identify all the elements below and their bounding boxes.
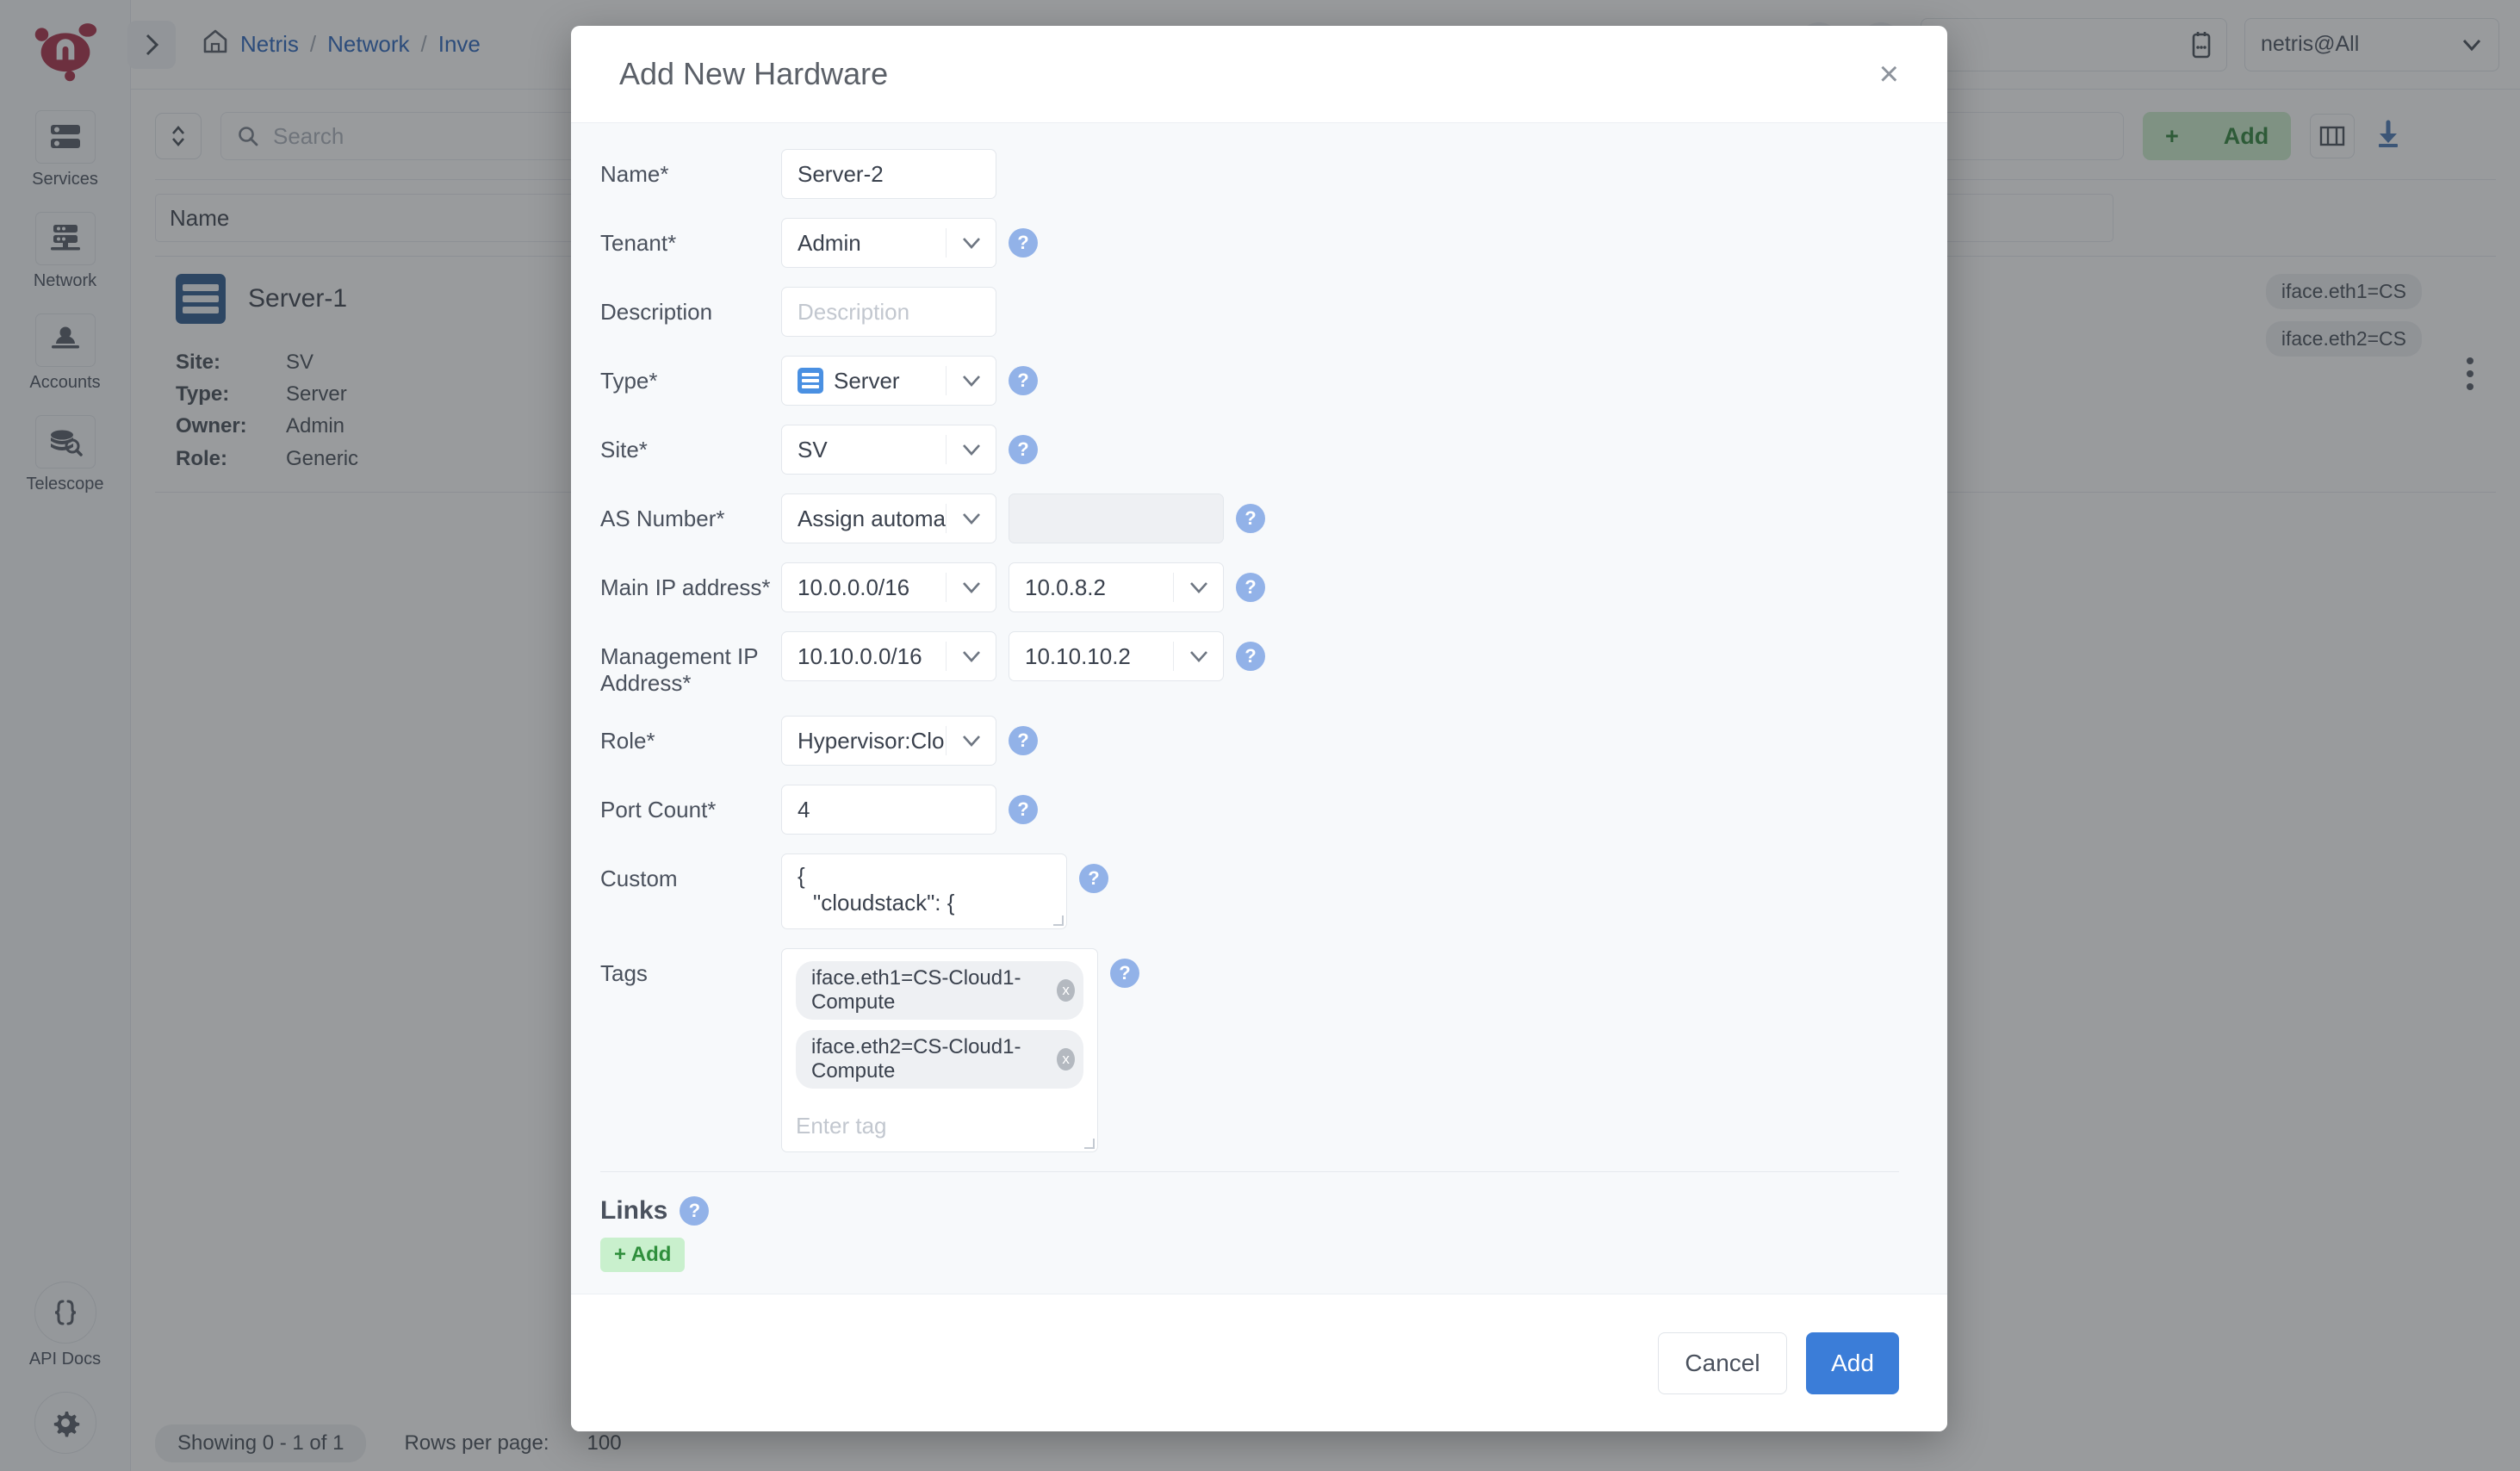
as-number-mode-select[interactable]: Assign automatically (781, 493, 996, 543)
field-label-name: Name* (600, 149, 781, 188)
main-ip-subnet-select[interactable]: 10.0.0.0/16 (781, 562, 996, 612)
chevron-down-icon (946, 435, 996, 464)
field-row-as-number: AS Number* Assign automatically ? (600, 493, 1899, 543)
main-ip-address-value: 10.0.8.2 (1025, 574, 1173, 601)
role-select[interactable]: Hypervisor:CloudStack (781, 716, 996, 766)
server-type-icon (798, 368, 823, 394)
chevron-down-icon (946, 642, 996, 671)
chevron-down-icon (946, 228, 996, 258)
tag-entry-placeholder[interactable]: Enter tag (796, 1113, 1083, 1139)
chevron-down-icon (1173, 642, 1223, 671)
custom-line-2: "cloudstack": { (798, 890, 1051, 916)
tag-chip-label: iface.eth1=CS-Cloud1-Compute (811, 966, 1046, 1015)
mgmt-ip-address-select[interactable]: 10.10.10.2 (1009, 631, 1224, 681)
field-label-type: Type* (600, 356, 781, 394)
mgmt-ip-address-value: 10.10.10.2 (1025, 643, 1173, 670)
field-label-site: Site* (600, 425, 781, 463)
question-mark-icon[interactable]: ? (680, 1196, 709, 1226)
tags-input[interactable]: iface.eth1=CS-Cloud1-Compute x iface.eth… (781, 948, 1098, 1152)
question-mark-icon[interactable]: ? (1236, 504, 1265, 533)
question-mark-icon[interactable]: ? (1009, 795, 1038, 824)
dialog-title: Add New Hardware (619, 56, 888, 92)
mgmt-ip-subnet-select[interactable]: 10.10.0.0/16 (781, 631, 996, 681)
question-mark-icon[interactable]: ? (1236, 573, 1265, 602)
field-row-tenant: Tenant* Admin ? (600, 218, 1899, 268)
main-ip-address-select[interactable]: 10.0.8.2 (1009, 562, 1224, 612)
field-label-tenant: Tenant* (600, 218, 781, 257)
cancel-button[interactable]: Cancel (1658, 1332, 1787, 1394)
field-row-site: Site* SV ? (600, 425, 1899, 475)
tenant-select[interactable]: Admin (781, 218, 996, 268)
field-row-port-count: Port Count* 4 ? (600, 785, 1899, 835)
links-title: Links (600, 1196, 667, 1226)
custom-line-1: { (798, 863, 1051, 890)
resize-handle-icon[interactable] (1053, 915, 1064, 926)
close-icon[interactable]: x (1057, 979, 1075, 1002)
field-row-role: Role* Hypervisor:CloudStack ? (600, 716, 1899, 766)
main-ip-subnet-value: 10.0.0.0/16 (798, 574, 946, 601)
chevron-down-icon (946, 573, 996, 602)
question-mark-icon[interactable]: ? (1079, 864, 1108, 893)
field-row-custom: Custom { "cloudstack": { ? (600, 853, 1899, 929)
role-value: Hypervisor:CloudStack (798, 728, 946, 754)
question-mark-icon[interactable]: ? (1009, 228, 1038, 258)
mgmt-ip-subnet-value: 10.10.0.0/16 (798, 643, 946, 670)
field-label-tags: Tags (600, 948, 781, 987)
close-icon[interactable]: × (1879, 57, 1899, 91)
field-row-description: Description Description (600, 287, 1899, 337)
site-select[interactable]: SV (781, 425, 996, 475)
field-row-name: Name* Server-2 (600, 149, 1899, 199)
question-mark-icon[interactable]: ? (1009, 366, 1038, 395)
question-mark-icon[interactable]: ? (1009, 435, 1038, 464)
dialog-footer: Cancel Add (571, 1294, 1947, 1431)
field-row-type: Type* Server ? (600, 356, 1899, 406)
field-row-main-ip: Main IP address* 10.0.0.0/16 10.0.8.2 (600, 562, 1899, 612)
chevron-down-icon (946, 504, 996, 533)
tag-chip: iface.eth2=CS-Cloud1-Compute x (796, 1030, 1083, 1089)
chevron-down-icon (1173, 573, 1223, 602)
question-mark-icon[interactable]: ? (1236, 642, 1265, 671)
description-input[interactable]: Description (781, 287, 996, 337)
name-input[interactable]: Server-2 (781, 149, 996, 199)
tenant-value: Admin (798, 230, 946, 257)
field-label-main-ip: Main IP address* (600, 562, 781, 601)
type-value: Server (834, 368, 900, 394)
resize-handle-icon[interactable] (1084, 1139, 1095, 1149)
field-row-tags: Tags iface.eth1=CS-Cloud1-Compute x ifac… (600, 948, 1899, 1152)
field-label-description: Description (600, 287, 781, 326)
add-new-hardware-dialog: Add New Hardware × Name* Server-2 Tenant… (571, 26, 1947, 1431)
question-mark-icon[interactable]: ? (1110, 959, 1139, 988)
tag-chip: iface.eth1=CS-Cloud1-Compute x (796, 961, 1083, 1020)
field-row-management-ip: Management IP Address* 10.10.0.0/16 10.1… (600, 631, 1899, 697)
port-count-input[interactable]: 4 (781, 785, 996, 835)
chevron-down-icon (946, 726, 996, 755)
field-label-role: Role* (600, 716, 781, 754)
custom-textarea[interactable]: { "cloudstack": { (781, 853, 1067, 929)
field-label-custom: Custom (600, 853, 781, 892)
as-number-input (1009, 493, 1224, 543)
dialog-header: Add New Hardware × (571, 26, 1947, 122)
type-select[interactable]: Server (781, 356, 996, 406)
chevron-down-icon (946, 366, 996, 395)
field-label-port-count: Port Count* (600, 785, 781, 823)
site-value: SV (798, 437, 946, 463)
question-mark-icon[interactable]: ? (1009, 726, 1038, 755)
links-add-button[interactable]: + Add (600, 1238, 685, 1272)
app-root: Services Network (0, 0, 2520, 1471)
links-section-header: Links ? (600, 1172, 1899, 1226)
field-label-management-ip: Management IP Address* (600, 631, 781, 697)
add-button[interactable]: Add (1806, 1332, 1899, 1394)
close-icon[interactable]: x (1057, 1048, 1075, 1071)
dialog-body: Name* Server-2 Tenant* Admin ? (571, 122, 1947, 1294)
tag-chip-label: iface.eth2=CS-Cloud1-Compute (811, 1035, 1046, 1083)
field-label-as-number: AS Number* (600, 493, 781, 532)
as-number-mode-value: Assign automatically (798, 506, 946, 532)
